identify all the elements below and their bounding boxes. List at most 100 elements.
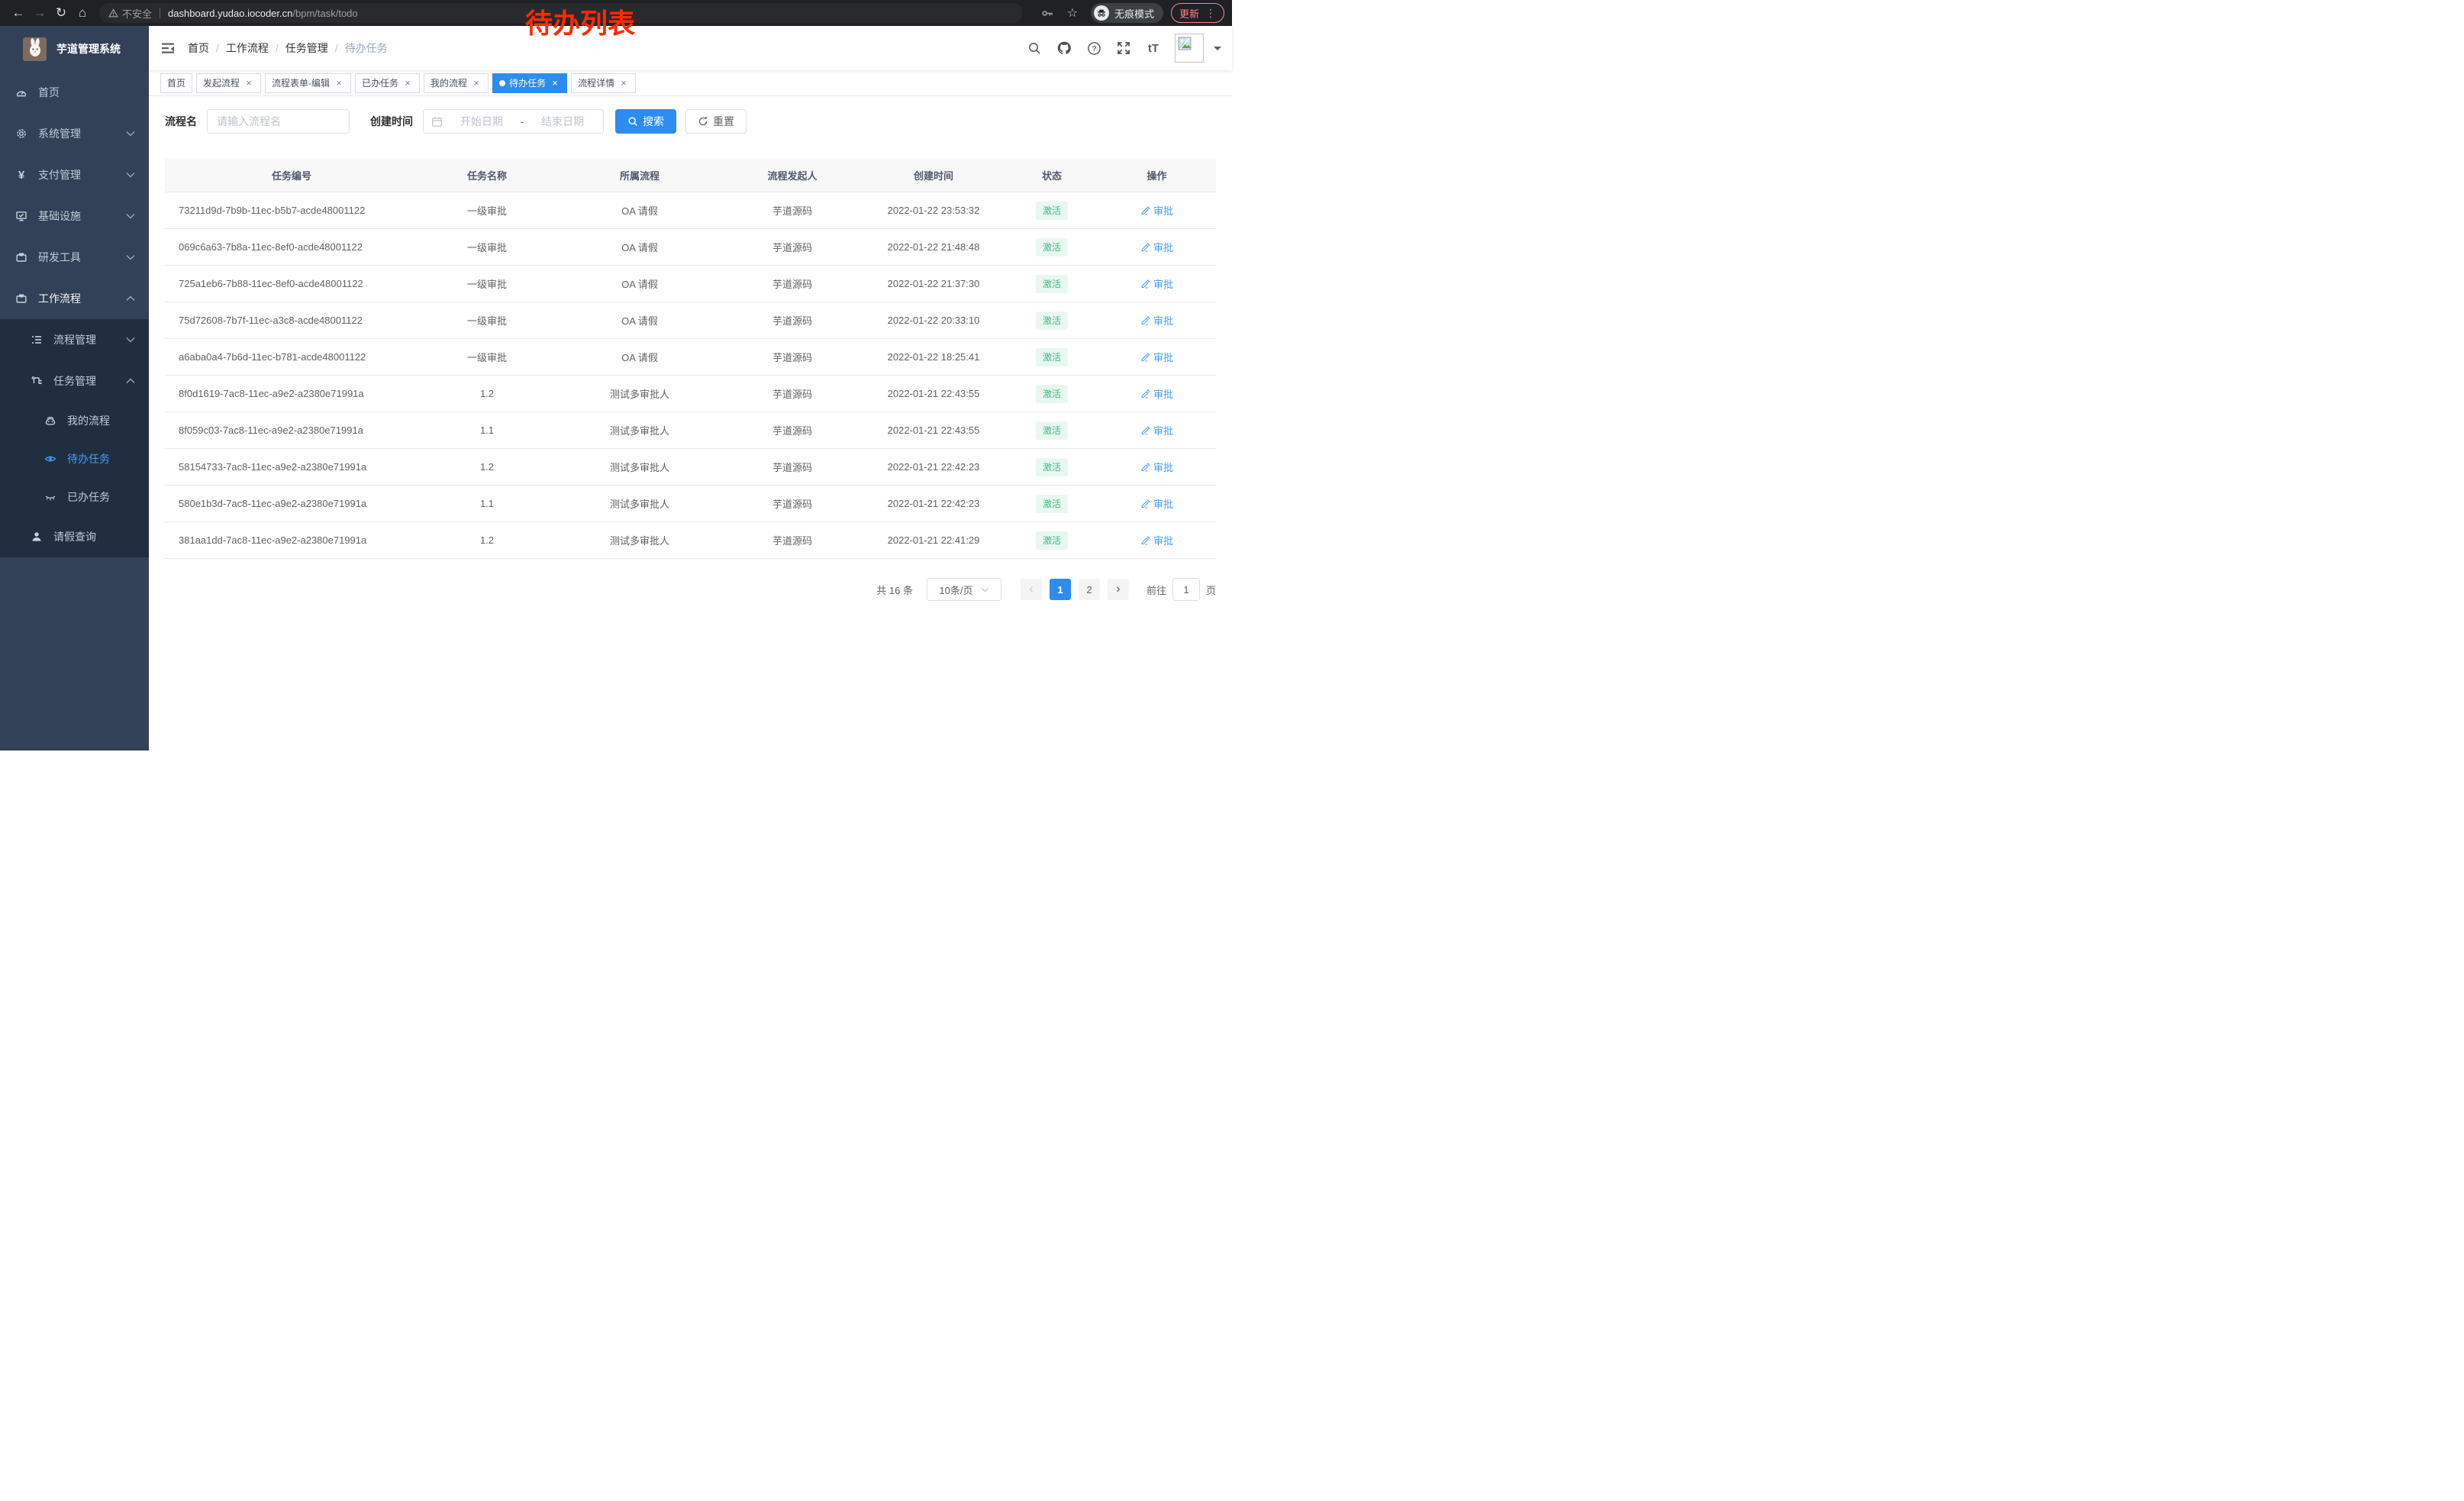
logo-row[interactable]: 芋道管理系统 (0, 26, 149, 72)
status-badge: 激活 (1036, 421, 1068, 440)
close-icon[interactable]: × (550, 77, 560, 89)
breadcrumb-workflow[interactable]: 工作流程 (226, 40, 269, 56)
tab-process-detail[interactable]: 流程详情 × (571, 73, 636, 93)
col-actions: 操作 (1098, 168, 1216, 182)
status-badge: 激活 (1036, 531, 1068, 550)
status-badge: 激活 (1036, 348, 1068, 366)
approve-button[interactable]: 审批 (1140, 386, 1173, 401)
fullscreen-icon[interactable] (1112, 37, 1135, 60)
sidebar-item-task-management[interactable]: 任务管理 (0, 360, 149, 402)
task-process: OA 请假 (556, 350, 724, 364)
close-icon[interactable]: × (334, 77, 344, 89)
approve-label: 审批 (1153, 240, 1173, 254)
search-icon (627, 116, 638, 127)
next-page-button[interactable]: › (1108, 579, 1129, 600)
sidebar-item-process-management[interactable]: 流程管理 (0, 319, 149, 360)
approve-button[interactable]: 审批 (1140, 350, 1173, 364)
sidebar-item-todo-tasks[interactable]: 待办任务 (0, 440, 149, 478)
task-id: 069c6a63-7b8a-11ec-8ef0-acde48001122 (165, 241, 418, 253)
approve-button[interactable]: 审批 (1140, 496, 1173, 511)
table-row: 8f0d1619-7ac8-11ec-a9e2-a2380e71991a 1.2… (165, 376, 1216, 412)
sidebar-item-my-process[interactable]: 我的流程 (0, 402, 149, 440)
task-starter: 芋道源码 (724, 423, 861, 437)
close-icon[interactable]: × (618, 77, 629, 89)
page-button-2[interactable]: 2 (1079, 579, 1100, 600)
task-time: 2022-01-21 22:43:55 (861, 424, 1006, 436)
key-icon[interactable] (1041, 7, 1054, 20)
task-id: 381aa1dd-7ac8-11ec-a9e2-a2380e71991a (165, 534, 418, 546)
browser-menu-icon[interactable]: ⋮ (1205, 7, 1216, 20)
incognito-badge: 无痕模式 (1091, 3, 1163, 23)
page-button-1[interactable]: 1 (1050, 579, 1071, 600)
sidebar-item-payment-management[interactable]: ¥ 支付管理 (0, 154, 149, 195)
font-size-icon[interactable]: tT (1142, 37, 1165, 60)
table-row: a6aba0a4-7b6d-11ec-b781-acde48001122 一级审… (165, 339, 1216, 376)
sidebar-item-dev-tools[interactable]: 研发工具 (0, 237, 149, 278)
github-icon[interactable] (1053, 37, 1076, 60)
search-icon[interactable] (1023, 37, 1046, 60)
process-name-input[interactable] (207, 109, 350, 134)
task-time: 2022-01-22 20:33:10 (861, 315, 1006, 326)
task-process: OA 请假 (556, 313, 724, 328)
end-date-placeholder[interactable]: 结束日期 (530, 114, 595, 129)
breadcrumb-home[interactable]: 首页 (188, 40, 209, 56)
approve-button[interactable]: 审批 (1140, 423, 1173, 437)
approve-button[interactable]: 审批 (1140, 460, 1173, 474)
task-starter: 芋道源码 (724, 460, 861, 474)
approve-button[interactable]: 审批 (1140, 533, 1173, 547)
tab-process-form-edit[interactable]: 流程表单-编辑 × (265, 73, 351, 93)
sidebar-item-label: 流程管理 (53, 332, 126, 347)
col-starter: 流程发起人 (724, 168, 861, 182)
task-name: 一级审批 (418, 350, 556, 364)
sidebar-item-workflow[interactable]: 工作流程 (0, 278, 149, 319)
close-icon[interactable]: × (471, 77, 482, 89)
sidebar-item-home[interactable]: 首页 (0, 72, 149, 113)
tags-view: 首页 发起流程 × 流程表单-编辑 × 已办任务 × 我的流程 × 待办任务 × (149, 70, 1232, 96)
sidebar-item-infrastructure[interactable]: 基础设施 (0, 195, 149, 237)
reset-button[interactable]: 重置 (685, 109, 747, 134)
browser-home-button[interactable]: ⌂ (72, 2, 93, 24)
approve-label: 审批 (1153, 386, 1173, 401)
approve-button[interactable]: 审批 (1140, 203, 1173, 218)
tab-start-process[interactable]: 发起流程 × (196, 73, 261, 93)
approve-button[interactable]: 审批 (1140, 240, 1173, 254)
browser-reload-button[interactable]: ↻ (50, 2, 72, 24)
start-date-placeholder[interactable]: 开始日期 (449, 114, 514, 129)
page-size-select[interactable]: 10条/页 (927, 578, 1001, 601)
approve-button[interactable]: 审批 (1140, 276, 1173, 291)
col-task-id: 任务编号 (165, 168, 418, 182)
close-icon[interactable]: × (402, 77, 413, 89)
avatar[interactable] (1175, 34, 1204, 63)
sidebar-item-system-management[interactable]: 系统管理 (0, 113, 149, 154)
col-process: 所属流程 (556, 168, 724, 182)
task-time: 2022-01-21 22:43:55 (861, 388, 1006, 399)
task-id: 73211d9d-7b9b-11ec-b5b7-acde48001122 (165, 205, 418, 216)
reset-button-label: 重置 (713, 114, 734, 129)
date-range-picker[interactable]: 开始日期 - 结束日期 (423, 109, 604, 134)
help-icon[interactable]: ? (1082, 37, 1105, 60)
sidebar-item-leave-query[interactable]: 请假查询 (0, 516, 149, 557)
prev-page-button[interactable]: ‹ (1021, 579, 1042, 600)
browser-forward-button[interactable]: → (29, 2, 50, 24)
status-badge: 激活 (1036, 385, 1068, 403)
bookmark-star-icon[interactable]: ☆ (1062, 2, 1083, 24)
sidebar-item-done-tasks[interactable]: 已办任务 (0, 478, 149, 516)
approve-button[interactable]: 审批 (1140, 313, 1173, 328)
close-icon[interactable]: × (243, 77, 254, 89)
logo-avatar (23, 37, 47, 61)
breadcrumb-task-management[interactable]: 任务管理 (285, 40, 328, 56)
security-label: 不安全 (122, 6, 152, 21)
avatar-caret-icon[interactable] (1214, 47, 1221, 54)
list-icon (31, 334, 43, 346)
browser-update-button[interactable]: 更新 ⋮ (1171, 3, 1224, 23)
browser-back-button[interactable]: ← (8, 2, 29, 24)
tab-todo-tasks[interactable]: 待办任务 × (492, 73, 567, 93)
tab-done-tasks[interactable]: 已办任务 × (355, 73, 420, 93)
table-row: 580e1b3d-7ac8-11ec-a9e2-a2380e71991a 1.1… (165, 486, 1216, 522)
task-time: 2022-01-22 21:48:48 (861, 241, 1006, 253)
sidebar-toggle-button[interactable] (149, 26, 187, 70)
tab-my-process[interactable]: 我的流程 × (424, 73, 489, 93)
search-button[interactable]: 搜索 (615, 109, 676, 134)
tab-home[interactable]: 首页 (160, 73, 192, 93)
goto-page-input[interactable] (1172, 578, 1200, 601)
